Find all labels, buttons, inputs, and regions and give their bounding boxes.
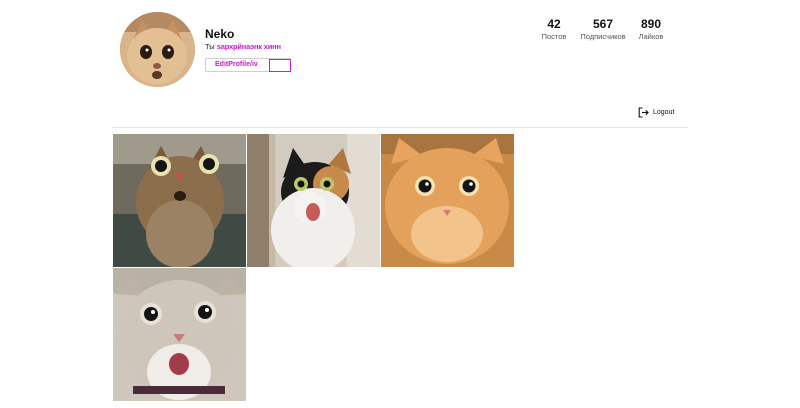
profile-bio: Ты ѕархрйнаэнк хинн: [205, 42, 281, 51]
profile-username: Neko: [205, 27, 235, 41]
post-tile[interactable]: [247, 134, 380, 267]
cat-photo-icon: [113, 134, 246, 267]
cat-photo-icon: [113, 268, 246, 401]
cat-photo-icon: [381, 134, 514, 267]
bio-prefix: Ты: [205, 42, 215, 51]
stat-likes-value: 890: [640, 17, 662, 31]
divider: [112, 127, 688, 128]
stat-likes-label: Лайков: [638, 32, 664, 41]
stat-posts-label: Постов: [541, 32, 567, 41]
stat-followers-value: 567: [592, 17, 614, 31]
bio-glitch-text: ѕархрйнаэнк хинн: [216, 42, 281, 51]
stat-followers-label: Подписчиков: [580, 32, 626, 41]
post-tile[interactable]: [381, 134, 514, 267]
stat-likes: 890 Лайков: [634, 17, 668, 42]
stat-posts-value: 42: [547, 17, 561, 31]
edit-profile-button[interactable]: EditProfile/iv: [205, 58, 291, 72]
logout-label: Logout: [653, 108, 675, 116]
stat-followers[interactable]: 567 Подписчиков: [575, 17, 631, 42]
glitch-box: [269, 59, 291, 72]
edit-profile-label: EditProfile/iv: [215, 61, 258, 68]
logout-icon: [638, 106, 649, 118]
avatar[interactable]: [120, 12, 195, 87]
cat-photo-icon: [247, 134, 380, 267]
cat-avatar-image: [120, 12, 195, 87]
logout-button[interactable]: Logout: [638, 106, 674, 118]
post-tile[interactable]: [113, 134, 246, 267]
post-tile[interactable]: [113, 268, 246, 401]
stat-posts: 42 Постов: [537, 17, 571, 42]
